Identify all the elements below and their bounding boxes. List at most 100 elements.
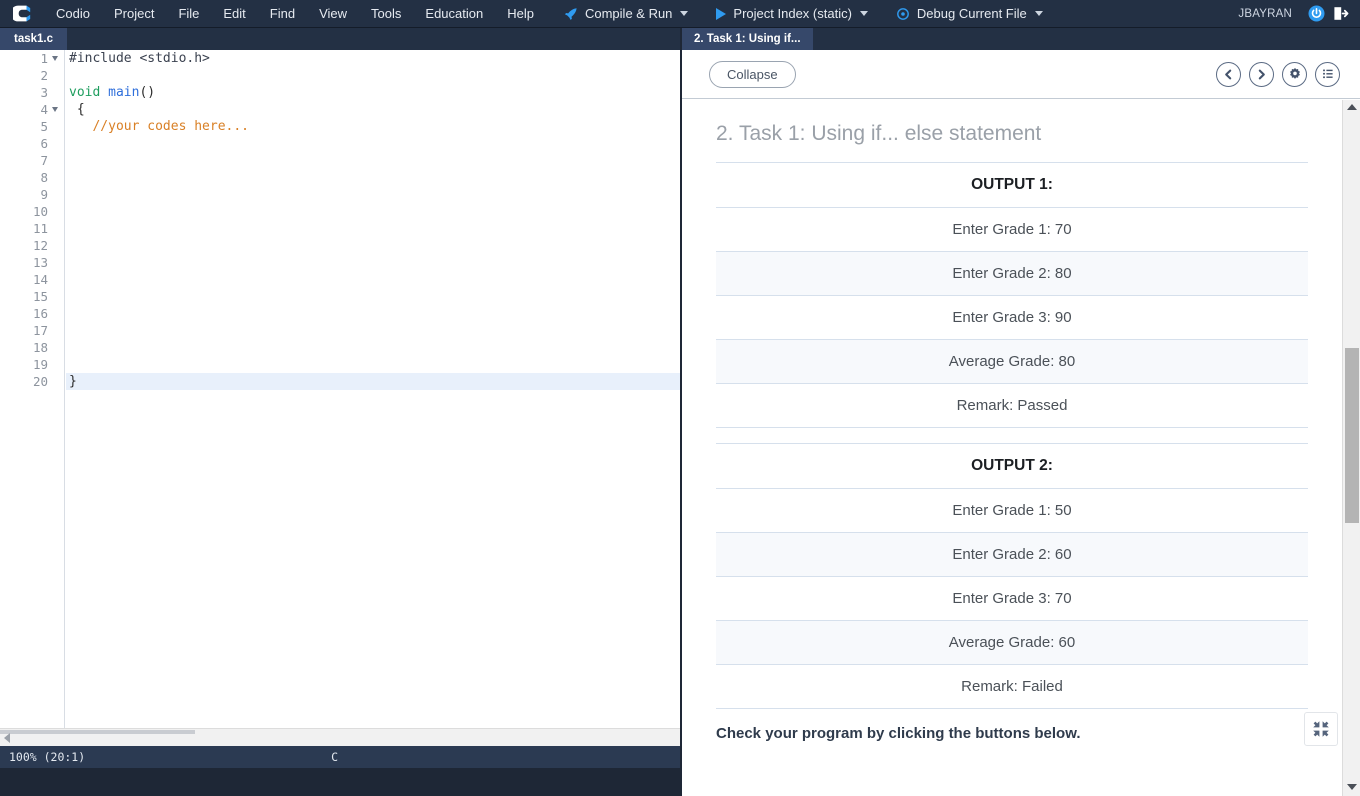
chevron-down-icon[interactable]: [860, 11, 868, 16]
code-line-6[interactable]: [66, 135, 680, 152]
code-line-2[interactable]: [66, 67, 680, 84]
code-line-16[interactable]: [66, 305, 680, 322]
code-line-18[interactable]: [66, 339, 680, 356]
code-token: }: [69, 374, 77, 389]
menu-item-education[interactable]: Education: [413, 0, 495, 28]
line-number-6[interactable]: 6: [0, 135, 64, 152]
run-project-button[interactable]: Project Index (static): [708, 0, 874, 28]
code-line-7[interactable]: [66, 152, 680, 169]
code-line-10[interactable]: [66, 203, 680, 220]
prev-icon[interactable]: [1216, 62, 1241, 87]
menu-item-find[interactable]: Find: [258, 0, 307, 28]
line-number-13[interactable]: 13: [0, 254, 64, 271]
line-number-label: 20: [33, 374, 48, 389]
list-icon[interactable]: [1315, 62, 1340, 87]
debug-current-file-button[interactable]: Debug Current File: [888, 0, 1049, 28]
line-number-11[interactable]: 11: [0, 220, 64, 237]
file-tab-task1c[interactable]: task1.c: [0, 28, 67, 50]
line-number-label: 17: [33, 323, 48, 338]
guide-tab-bar: 2. Task 1: Using if...: [682, 28, 1360, 50]
code-text-area[interactable]: #include <stdio.h> void main() { //your …: [66, 50, 680, 746]
output-examples-table: OUTPUT 1:Enter Grade 1: 70Enter Grade 2:…: [716, 162, 1308, 709]
line-number-label: 18: [33, 340, 48, 355]
gear-icon[interactable]: [1282, 62, 1307, 87]
rocket-icon: [564, 7, 578, 21]
logout-icon[interactable]: [1328, 0, 1352, 28]
scroll-up-icon[interactable]: [1347, 104, 1357, 110]
editor-status-bar: 100% (20:1) C: [0, 746, 680, 768]
guide-vertical-scrollbar[interactable]: [1342, 100, 1360, 796]
collapse-button[interactable]: Collapse: [709, 61, 796, 88]
code-line-13[interactable]: [66, 254, 680, 271]
code-line-15[interactable]: [66, 288, 680, 305]
line-number-2[interactable]: 2: [0, 67, 64, 84]
table-row: Enter Grade 3: 70: [716, 577, 1308, 621]
scroll-down-icon[interactable]: [1347, 784, 1357, 790]
line-number-15[interactable]: 15: [0, 288, 64, 305]
guide-footer-note: Check your program by clicking the butto…: [716, 709, 1308, 742]
guide-tab-task1[interactable]: 2. Task 1: Using if...: [682, 28, 813, 50]
menu-item-codio[interactable]: Codio: [44, 0, 102, 28]
code-line-5[interactable]: //your codes here...: [66, 118, 680, 135]
chevron-down-icon[interactable]: [680, 11, 688, 16]
collapse-inward-icon[interactable]: [1304, 712, 1338, 746]
table-row: Average Grade: 80: [716, 340, 1308, 384]
line-number-label: 5: [40, 119, 48, 134]
code-token: (): [139, 85, 155, 100]
line-number-18[interactable]: 18: [0, 339, 64, 356]
code-line-11[interactable]: [66, 220, 680, 237]
code-line-4[interactable]: {: [66, 101, 680, 118]
editor-body[interactable]: 1234567891011121314151617181920 #include…: [0, 50, 680, 746]
line-number-7[interactable]: 7: [0, 152, 64, 169]
line-number-4[interactable]: 4: [0, 101, 64, 118]
menu-item-edit[interactable]: Edit: [211, 0, 257, 28]
editor-zoom-and-cursor: 100% (20:1): [0, 750, 85, 764]
scroll-left-icon[interactable]: [4, 733, 10, 743]
line-number-10[interactable]: 10: [0, 203, 64, 220]
codio-logo-icon[interactable]: [0, 0, 44, 28]
code-line-19[interactable]: [66, 356, 680, 373]
project-index-label: Project Index (static): [733, 6, 852, 21]
fold-arrow-icon[interactable]: [52, 56, 58, 61]
code-line-12[interactable]: [66, 237, 680, 254]
chevron-down-icon[interactable]: [1035, 11, 1043, 16]
editor-hscroll-thumb[interactable]: [0, 730, 195, 734]
line-number-14[interactable]: 14: [0, 271, 64, 288]
power-icon[interactable]: [1304, 0, 1328, 28]
menu-item-file[interactable]: File: [166, 0, 211, 28]
line-number-5[interactable]: 5: [0, 118, 64, 135]
line-number-20[interactable]: 20: [0, 373, 64, 390]
menu-item-tools[interactable]: Tools: [359, 0, 413, 28]
code-token: main: [108, 85, 139, 100]
code-line-8[interactable]: [66, 169, 680, 186]
top-menu-bar: Codio Project File Edit Find View Tools …: [0, 0, 1360, 28]
guide-vscroll-thumb[interactable]: [1345, 348, 1359, 523]
code-line-17[interactable]: [66, 322, 680, 339]
output-value-cell: Enter Grade 2: 60: [716, 533, 1308, 577]
line-number-label: 13: [33, 255, 48, 270]
menu-item-help[interactable]: Help: [495, 0, 546, 28]
menu-item-project[interactable]: Project: [102, 0, 166, 28]
line-number-1[interactable]: 1: [0, 50, 64, 67]
output-value-cell: Average Grade: 60: [716, 621, 1308, 665]
code-line-1[interactable]: #include <stdio.h>: [66, 50, 680, 67]
line-number-16[interactable]: 16: [0, 305, 64, 322]
line-number-12[interactable]: 12: [0, 237, 64, 254]
line-number-9[interactable]: 9: [0, 186, 64, 203]
code-line-20[interactable]: }: [66, 373, 680, 390]
code-line-9[interactable]: [66, 186, 680, 203]
line-number-19[interactable]: 19: [0, 356, 64, 373]
line-number-3[interactable]: 3: [0, 84, 64, 101]
menu-item-view[interactable]: View: [307, 0, 359, 28]
next-icon[interactable]: [1249, 62, 1274, 87]
fold-arrow-icon[interactable]: [52, 107, 58, 112]
code-line-3[interactable]: void main(): [66, 84, 680, 101]
line-number-8[interactable]: 8: [0, 169, 64, 186]
code-line-14[interactable]: [66, 271, 680, 288]
line-number-label: 7: [40, 153, 48, 168]
line-number-17[interactable]: 17: [0, 322, 64, 339]
line-number-gutter: 1234567891011121314151617181920: [0, 50, 65, 746]
line-number-label: 6: [40, 136, 48, 151]
editor-horizontal-scrollbar[interactable]: [0, 728, 680, 746]
compile-and-run-button[interactable]: Compile & Run: [556, 0, 694, 28]
